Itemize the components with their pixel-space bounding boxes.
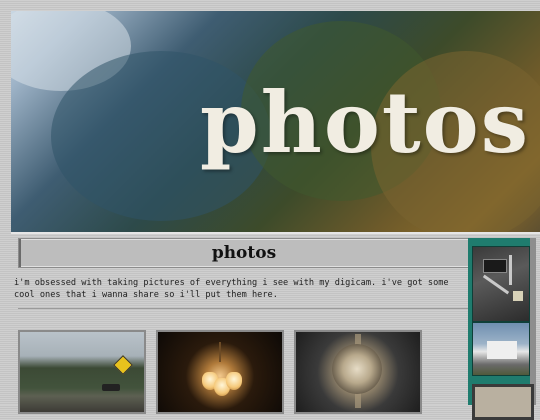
banner-title: photos xyxy=(200,73,530,172)
scissors-icon xyxy=(509,255,512,285)
road-sign-icon xyxy=(113,355,133,375)
intro-text: i'm obsessed with taking pictures of eve… xyxy=(14,278,449,300)
section-divider xyxy=(18,308,468,309)
banner-image: photos xyxy=(11,11,540,234)
chandelier-stem xyxy=(219,342,221,362)
sidebar-thumbnail-frame[interactable] xyxy=(472,384,534,420)
pen-icon xyxy=(482,274,510,295)
page-title: photos xyxy=(211,243,277,263)
house-icon xyxy=(487,341,517,359)
photo-thumbnail-road[interactable] xyxy=(18,330,146,414)
tool-case-icon xyxy=(483,259,507,273)
sidebar-edge xyxy=(530,238,536,405)
car-shape xyxy=(102,384,120,391)
page-heading-bar: photos xyxy=(18,238,470,268)
sidebar-thumbnail-tools[interactable] xyxy=(472,246,530,322)
light-bulb-icon xyxy=(226,372,242,390)
eraser-icon xyxy=(513,291,523,301)
photo-thumbnail-sun[interactable] xyxy=(294,330,422,414)
sun-ornament-icon xyxy=(332,344,382,394)
photo-thumbnail-chandelier[interactable] xyxy=(156,330,284,414)
sidebar-thumbnail-house[interactable] xyxy=(472,322,530,376)
sidebar-gallery xyxy=(468,238,536,420)
